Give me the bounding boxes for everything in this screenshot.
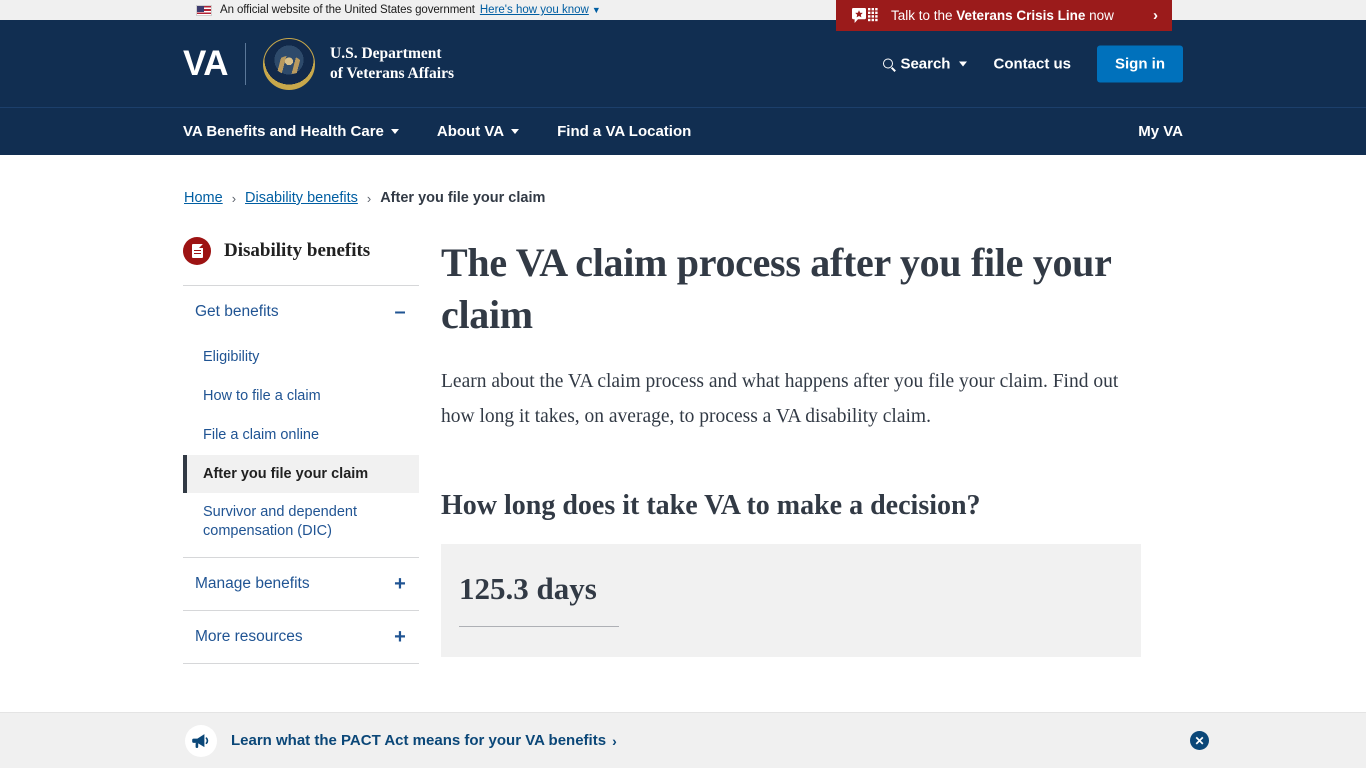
document-icon: [183, 237, 211, 265]
dept-line-1: U.S. Department: [330, 45, 442, 63]
contact-us-link[interactable]: Contact us: [993, 49, 1071, 78]
breadcrumb: Home › Disability benefits › After you f…: [183, 155, 1183, 206]
crisis-chat-icon: [852, 7, 880, 24]
sidebar-group-toggle-get-benefits[interactable]: Get benefits –: [183, 286, 419, 338]
sidebar-group-label: Get benefits: [195, 303, 279, 320]
department-name: U.S. Department of Veterans Affairs: [330, 44, 454, 83]
sidebar-header[interactable]: Disability benefits: [183, 237, 419, 286]
plus-icon: +: [394, 626, 406, 649]
page-container: Home › Disability benefits › After you f…: [183, 155, 1183, 665]
pact-act-link-label: Learn what the PACT Act means for your V…: [231, 732, 607, 749]
sidebar-item-after-you-file-your-claim[interactable]: After you file your claim: [183, 454, 419, 494]
site-masthead: VA U.S. Department of Veterans Affairs S…: [0, 20, 1366, 107]
chevron-down-icon[interactable]: ▼: [592, 5, 601, 15]
statistic-divider: [459, 626, 619, 628]
minus-icon: –: [394, 301, 406, 323]
main-content: The VA claim process after you file your…: [419, 237, 1183, 664]
gov-banner-text: An official website of the United States…: [220, 4, 475, 16]
search-label: Search: [900, 55, 951, 72]
plus-icon: +: [394, 573, 406, 596]
page-title: The VA claim process after you file your…: [441, 240, 1111, 337]
chevron-down-icon: [511, 129, 520, 134]
pact-act-link[interactable]: Learn what the PACT Act means for your V…: [231, 732, 617, 749]
sidebar-group-toggle-manage-benefits[interactable]: Manage benefits +: [183, 558, 419, 610]
va-wordmark: VA: [183, 44, 229, 83]
main-navigation: VA Benefits and Health Care About VA Fin…: [0, 107, 1366, 155]
sidebar-item-file-a-claim-online[interactable]: File a claim online: [183, 416, 419, 455]
chevron-right-icon: ›: [1153, 7, 1158, 24]
crisis-prefix: Talk to the: [891, 8, 957, 23]
search-icon: [883, 58, 894, 69]
nav-item-va-benefits-and-health-care[interactable]: VA Benefits and Health Care: [183, 123, 399, 140]
pact-act-promo-banner: Learn what the PACT Act means for your V…: [0, 712, 1366, 768]
va-seal-icon: [263, 37, 316, 90]
nav-label: VA Benefits and Health Care: [183, 123, 384, 140]
logo-divider: [245, 42, 247, 85]
nav-label: Find a VA Location: [557, 123, 692, 140]
nav-item-my-va[interactable]: My VA: [1138, 123, 1183, 140]
crisis-line-text: Talk to the Veterans Crisis Line now: [891, 8, 1114, 23]
sidebar-sublist: Eligibility How to file a claim File a c…: [183, 338, 419, 557]
chevron-down-icon: [390, 129, 399, 134]
nav-label: About VA: [436, 123, 505, 140]
sidebar-group-manage-benefits: Manage benefits +: [183, 558, 419, 612]
chevron-down-icon: [959, 61, 968, 66]
nav-item-find-a-va-location[interactable]: Find a VA Location: [557, 123, 691, 140]
nav-item-about-va[interactable]: About VA: [436, 123, 520, 140]
breadcrumb-separator: ›: [366, 190, 372, 206]
sign-in-button[interactable]: Sign in: [1097, 45, 1183, 82]
breadcrumb-current: After you file your claim: [380, 190, 546, 206]
sidebar-group-toggle-more-resources[interactable]: More resources +: [183, 611, 419, 663]
megaphone-icon: [185, 724, 217, 757]
sidebar-group-more-resources: More resources +: [183, 611, 419, 665]
sidebar-item-how-to-file-a-claim[interactable]: How to file a claim: [183, 377, 419, 416]
statistic-value: 125.3 days: [459, 571, 597, 607]
crisis-suffix: now: [1085, 8, 1114, 23]
dept-line-2: of Veterans Affairs: [330, 64, 455, 82]
search-button[interactable]: Search: [883, 49, 968, 78]
breadcrumb-disability-benefits[interactable]: Disability benefits: [245, 190, 358, 206]
close-icon[interactable]: ✕: [1190, 731, 1209, 750]
sidebar-navigation: Disability benefits Get benefits – Eligi…: [183, 237, 419, 665]
breadcrumb-separator: ›: [231, 190, 237, 206]
breadcrumb-home[interactable]: Home: [184, 190, 223, 206]
crisis-bold: Veterans Crisis Line: [956, 8, 1086, 23]
sidebar-title: Disability benefits: [224, 240, 371, 261]
sidebar-group-label: Manage benefits: [195, 575, 310, 593]
va-logo[interactable]: VA U.S. Department of Veterans Affairs: [183, 37, 454, 90]
chevron-right-icon: ›: [612, 732, 617, 749]
section-heading-decision-time: How long does it take VA to make a decis…: [441, 490, 981, 522]
heres-how-you-know-link[interactable]: Here's how you know: [480, 4, 589, 16]
sidebar-group-get-benefits: Get benefits – Eligibility How to file a…: [183, 286, 419, 559]
contact-us-label: Contact us: [993, 55, 1071, 72]
sidebar-item-eligibility[interactable]: Eligibility: [183, 338, 419, 377]
us-flag-icon: [196, 4, 212, 16]
veterans-crisis-line-banner[interactable]: Talk to the Veterans Crisis Line now ›: [836, 0, 1172, 31]
statistic-box: 125.3 days: [441, 544, 1141, 658]
page-intro-text: Learn about the VA claim process and wha…: [441, 371, 1119, 428]
sidebar-item-survivor-and-dependent-compensation[interactable]: Survivor and dependent compensation (DIC…: [183, 493, 419, 551]
sidebar-group-label: More resources: [195, 628, 303, 646]
